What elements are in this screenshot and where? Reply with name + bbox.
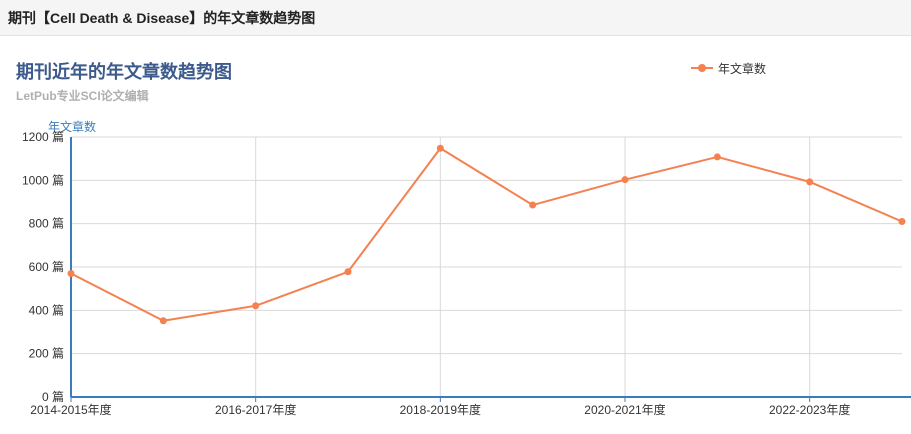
line-chart: 0 篇 200 篇 400 篇 600 篇 800 篇 1000 篇 1200 篇 2014-… bbox=[22, 129, 911, 417]
data-point bbox=[67, 270, 75, 277]
x-tick-label: 2018-2019年度 bbox=[400, 402, 481, 417]
y-tick-label: 0 篇 bbox=[42, 389, 64, 404]
data-point bbox=[436, 144, 444, 152]
y-tick-label: 800 篇 bbox=[29, 216, 64, 231]
x-tick-label: 2020-2021年度 bbox=[584, 402, 665, 417]
data-point bbox=[621, 176, 629, 184]
data-point bbox=[344, 268, 352, 276]
x-tick-label: 2022-2023年度 bbox=[769, 402, 850, 417]
data-point bbox=[898, 218, 906, 225]
y-tick-label: 400 篇 bbox=[29, 302, 64, 317]
y-tick-label: 1000 篇 bbox=[22, 172, 64, 187]
series-line bbox=[70, 147, 903, 322]
page: 期刊【Cell Death & Disease】的年文章数趋势图 期刊近年的年文… bbox=[0, 0, 911, 434]
data-point bbox=[529, 201, 537, 209]
x-tick-label: 2014-2015年度 bbox=[30, 402, 111, 417]
y-tick-label: 1200 篇 bbox=[22, 129, 64, 144]
y-tick-label: 200 篇 bbox=[29, 346, 64, 361]
y-tick-label: 600 篇 bbox=[29, 259, 64, 274]
x-tick-label: 2016-2017年度 bbox=[215, 402, 296, 417]
data-point bbox=[159, 317, 167, 325]
data-point bbox=[252, 302, 260, 310]
data-point bbox=[713, 153, 721, 161]
data-point bbox=[806, 178, 814, 186]
